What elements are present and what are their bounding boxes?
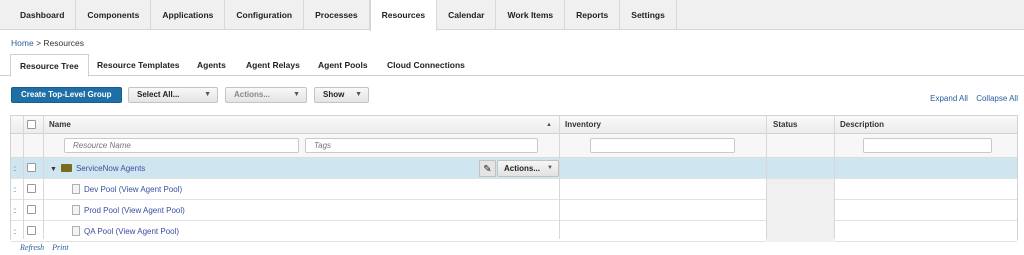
row-checkbox[interactable]	[27, 184, 36, 193]
actions-dropdown[interactable]: Actions... ▼	[225, 87, 307, 103]
view-agent-pool-link[interactable]: (View Agent Pool)	[116, 227, 179, 236]
table-row[interactable]: :: QA Pool (View Agent Pool)	[11, 221, 1017, 242]
drag-handle-icon[interactable]: ::	[13, 158, 17, 179]
show-dropdown[interactable]: Show ▼	[314, 87, 369, 103]
nav-applications[interactable]: Applications	[151, 0, 226, 30]
tab-cloud-connections[interactable]: Cloud Connections	[387, 54, 465, 76]
breadcrumb-separator: >	[36, 38, 42, 48]
collapse-all-link[interactable]: Collapse All	[976, 94, 1018, 103]
caret-down-icon: ▼	[204, 91, 211, 98]
nav-settings[interactable]: Settings	[620, 0, 677, 30]
drag-handle-icon[interactable]: ::	[13, 221, 17, 242]
row-checkbox[interactable]	[27, 226, 36, 235]
status-cell	[766, 179, 834, 200]
pool-name-link[interactable]: QA Pool	[84, 227, 113, 236]
table-row[interactable]: :: Dev Pool (View Agent Pool)	[11, 179, 1017, 200]
expand-all-link[interactable]: Expand All	[930, 94, 968, 103]
status-cell	[766, 221, 834, 242]
filter-row	[11, 134, 1017, 158]
row-checkbox[interactable]	[27, 163, 36, 172]
table-header: Name ▲ Inventory Status Description	[11, 116, 1017, 134]
refresh-link[interactable]: Refresh	[20, 243, 44, 252]
tab-agents[interactable]: Agents	[197, 54, 226, 76]
sub-tabs: Resource Tree Resource Templates Agents …	[0, 54, 1024, 77]
caret-down-icon: ▼	[547, 165, 553, 171]
sort-up-icon[interactable]: ▲	[546, 116, 552, 134]
table-footer-links: Refresh Print	[20, 243, 75, 252]
tab-agent-pools[interactable]: Agent Pools	[318, 54, 368, 76]
column-header-status[interactable]: Status	[773, 116, 797, 134]
pool-name-cell: Dev Pool (View Agent Pool)	[72, 179, 182, 200]
description-filter-input[interactable]	[863, 138, 992, 153]
top-nav: Dashboard Components Applications Config…	[0, 0, 1024, 31]
nav-components[interactable]: Components	[76, 0, 152, 30]
caret-down-icon: ▼	[293, 91, 300, 98]
breadcrumb: Home > Resources	[11, 38, 84, 48]
row-checkbox[interactable]	[27, 205, 36, 214]
pool-name-link[interactable]: Prod Pool	[84, 206, 119, 215]
status-cell	[766, 200, 834, 221]
column-divider	[43, 116, 44, 239]
drag-handle-icon[interactable]: ::	[13, 179, 17, 200]
column-divider	[834, 116, 835, 239]
nav-calendar[interactable]: Calendar	[437, 0, 497, 30]
nav-reports[interactable]: Reports	[565, 0, 621, 30]
select-all-dropdown[interactable]: Select All... ▼	[128, 87, 218, 103]
column-header-description[interactable]: Description	[840, 116, 884, 134]
row-actions-dropdown[interactable]: Actions... ▼	[497, 160, 559, 177]
agent-pool-icon	[72, 225, 80, 236]
create-top-level-group-button[interactable]: Create Top-Level Group	[11, 87, 122, 103]
nav-dashboard[interactable]: Dashboard	[0, 0, 77, 30]
column-header-name[interactable]: Name	[49, 116, 71, 134]
inventory-filter-input[interactable]	[590, 138, 735, 153]
tab-agent-relays[interactable]: Agent Relays	[246, 54, 300, 76]
table-row[interactable]: :: Prod Pool (View Agent Pool)	[11, 200, 1017, 221]
actions-label: Actions...	[234, 90, 271, 99]
pool-name-cell: Prod Pool (View Agent Pool)	[72, 200, 185, 221]
drag-handle-icon[interactable]: ::	[13, 200, 17, 221]
column-header-inventory[interactable]: Inventory	[565, 116, 601, 134]
group-name-cell: ▼ ServiceNow Agents	[50, 158, 145, 179]
select-all-label: Select All...	[137, 90, 180, 99]
tab-resource-templates[interactable]: Resource Templates	[97, 54, 180, 76]
nav-configuration[interactable]: Configuration	[225, 0, 305, 30]
nav-work-items[interactable]: Work Items	[496, 0, 566, 30]
caret-down-icon: ▼	[355, 91, 362, 98]
show-label: Show	[323, 90, 345, 99]
table-row-group[interactable]: :: ▼ ServiceNow Agents ✎ Actions... ▼	[11, 158, 1017, 179]
breadcrumb-home-link[interactable]: Home	[11, 38, 34, 48]
agent-pool-icon	[72, 204, 80, 215]
nav-processes[interactable]: Processes	[304, 0, 370, 30]
column-divider	[766, 116, 767, 239]
tags-filter-input[interactable]	[305, 138, 538, 153]
nav-resources[interactable]: Resources	[369, 0, 438, 31]
print-link[interactable]: Print	[52, 243, 68, 252]
row-actions-label: Actions...	[504, 164, 541, 173]
resource-name-filter-input[interactable]	[64, 138, 299, 153]
folder-icon	[60, 163, 72, 172]
nav-filler	[677, 0, 1024, 29]
tab-resource-tree[interactable]: Resource Tree	[10, 54, 89, 77]
column-divider	[23, 116, 24, 239]
triangle-down-icon[interactable]: ▼	[50, 159, 57, 180]
select-all-checkbox[interactable]	[27, 120, 36, 129]
agent-pool-icon	[72, 183, 80, 194]
column-divider	[559, 116, 560, 239]
tree-expand-links: Expand All Collapse All	[924, 94, 1018, 103]
resource-tree-table: Name ▲ Inventory Status Description :: ▼…	[10, 115, 1018, 242]
view-agent-pool-link[interactable]: (View Agent Pool)	[119, 185, 182, 194]
pencil-icon[interactable]: ✎	[479, 160, 496, 177]
pool-name-link[interactable]: Dev Pool	[84, 185, 116, 194]
breadcrumb-current: Resources	[43, 38, 85, 48]
view-agent-pool-link[interactable]: (View Agent Pool)	[121, 206, 184, 215]
group-name-link[interactable]: ServiceNow Agents	[76, 164, 145, 173]
pool-name-cell: QA Pool (View Agent Pool)	[72, 221, 179, 242]
